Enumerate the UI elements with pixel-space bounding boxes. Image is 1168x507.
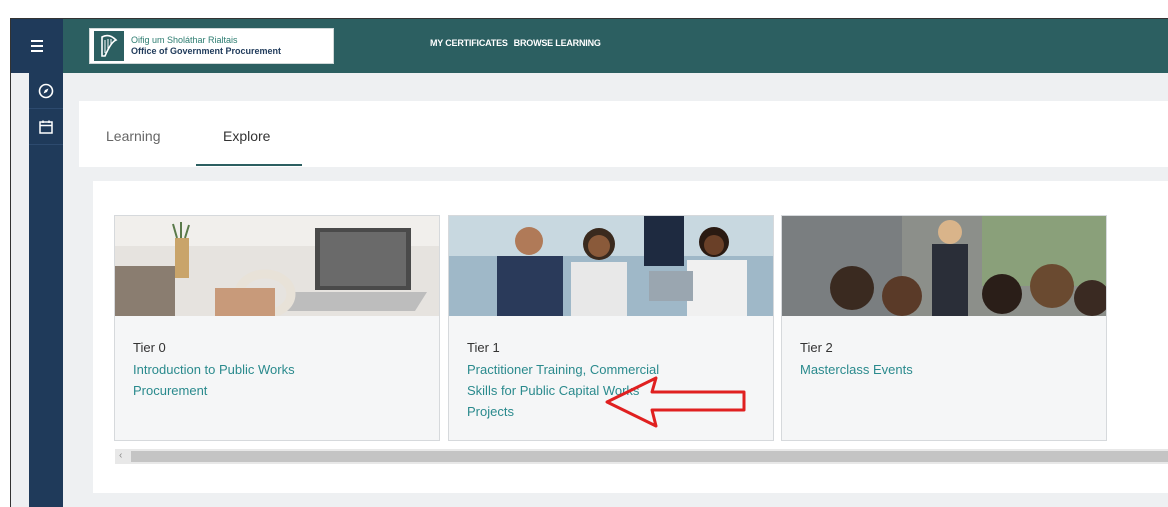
- tier-card[interactable]: Tier 2 Masterclass Events: [781, 215, 1107, 441]
- top-nav: MY CERTIFICATES BROWSE LEARNING: [430, 38, 607, 48]
- sidebar: [29, 73, 63, 507]
- calendar-icon[interactable]: [29, 109, 63, 145]
- card-tier: Tier 2: [800, 340, 833, 355]
- card-tier: Tier 0: [133, 340, 166, 355]
- tab-learning[interactable]: Learning: [106, 128, 161, 144]
- card-title-link[interactable]: Masterclass Events: [800, 359, 1010, 380]
- card-tier: Tier 1: [467, 340, 500, 355]
- main-content: Learning Explore Tier 0 Introduction to …: [79, 101, 1168, 493]
- card-image-masterclass: [782, 216, 1106, 316]
- tab-explore[interactable]: Explore: [223, 128, 270, 144]
- logo-line-irish: Oifig um Sholáthar Rialtais: [131, 35, 238, 45]
- harp-icon: [94, 31, 124, 61]
- menu-icon[interactable]: [11, 19, 63, 73]
- top-bar: Oifig um Sholáthar Rialtais Office of Go…: [11, 19, 1168, 73]
- compass-icon[interactable]: [29, 73, 63, 109]
- tab-bar: Learning Explore: [79, 101, 1168, 167]
- logo[interactable]: Oifig um Sholáthar Rialtais Office of Go…: [89, 28, 334, 64]
- card-title-link[interactable]: Introduction to Public Works Procurement: [133, 359, 343, 401]
- scrollbar-thumb[interactable]: [131, 451, 1168, 462]
- scroll-left-icon[interactable]: ‹: [119, 450, 122, 461]
- app-frame: Oifig um Sholáthar Rialtais Office of Go…: [10, 18, 1168, 507]
- nav-my-certificates[interactable]: MY CERTIFICATES: [430, 38, 508, 48]
- logo-line-english: Office of Government Procurement: [131, 46, 282, 56]
- card-image-laptop: [115, 216, 439, 316]
- tier-card[interactable]: Tier 0 Introduction to Public Works Proc…: [114, 215, 440, 441]
- card-image-team: [449, 216, 773, 316]
- nav-browse-learning[interactable]: BROWSE LEARNING: [514, 38, 601, 48]
- annotation-arrow: [605, 376, 746, 428]
- tier-carousel: Tier 0 Introduction to Public Works Proc…: [93, 181, 1168, 493]
- active-tab-indicator: [196, 164, 302, 166]
- horizontal-scrollbar[interactable]: ‹: [115, 449, 1168, 464]
